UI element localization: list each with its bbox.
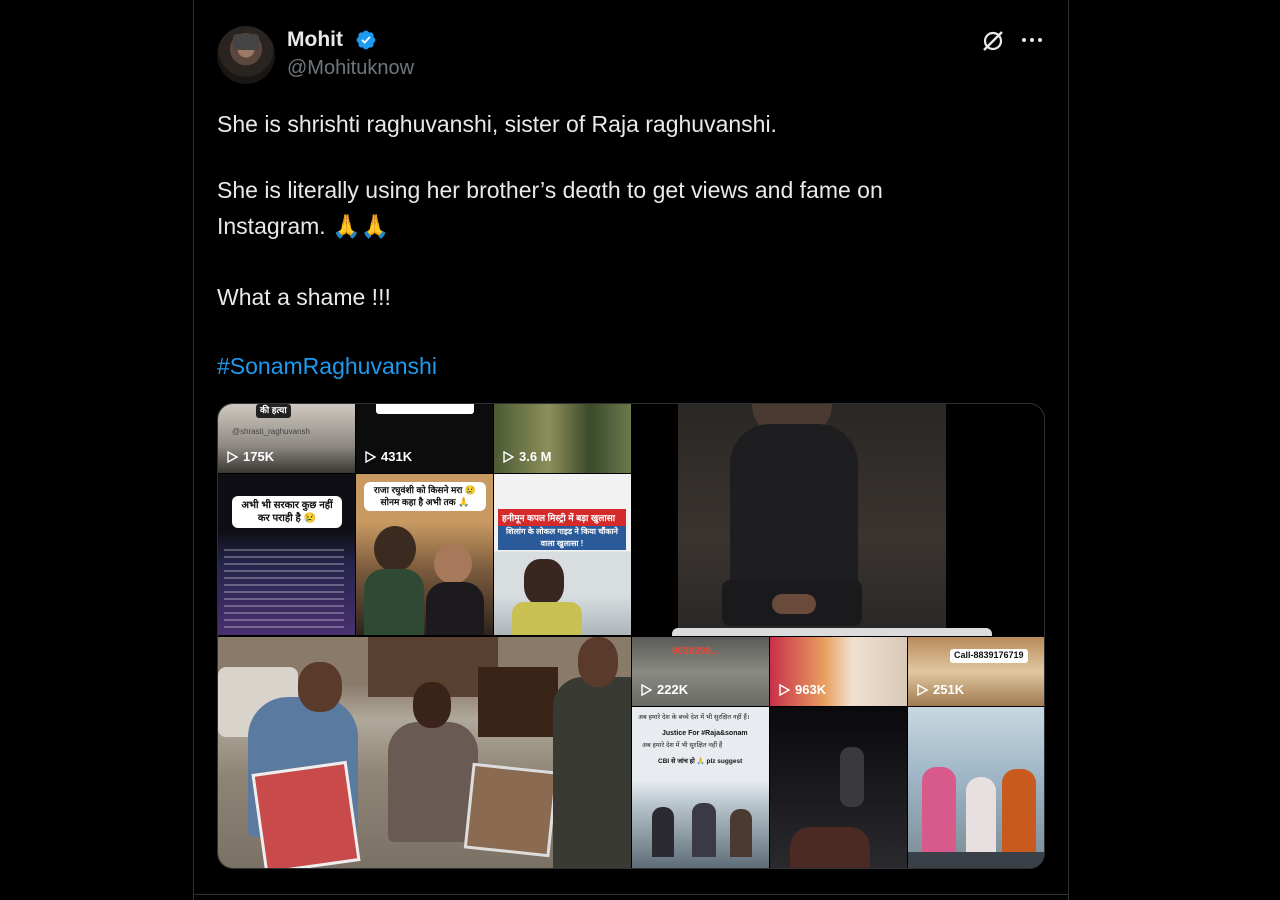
post-text-line: What a shame !!! <box>217 284 391 310</box>
verified-badge-icon <box>356 30 376 50</box>
view-count: 222K <box>641 682 688 697</box>
hashtag-link[interactable]: #SonamRaghuvanshi <box>217 353 437 380</box>
reel-thumbnail[interactable]: Call-8839176719 251K <box>908 637 1044 706</box>
grok-icon[interactable] <box>981 29 1005 53</box>
view-count: 3.6 M <box>503 449 552 464</box>
view-count-value: 431K <box>381 449 413 464</box>
thumbnail-caption: की हत्या <box>256 404 291 418</box>
thumbnail-username: @shrasti_raghuvansh <box>232 427 310 436</box>
reel-thumbnail[interactable] <box>218 637 631 868</box>
thumbnail-caption: 9039299... <box>672 646 720 657</box>
play-icon <box>641 683 652 696</box>
view-count: 251K <box>917 682 964 697</box>
view-count-value: 175K <box>243 449 275 464</box>
reel-thumbnail[interactable]: की हत्या @shrasti_raghuvansh 175K <box>218 404 355 473</box>
thumbnail-caption: अभी भी सरकार कुछ नहीं कर पराही है 😢 <box>232 496 342 528</box>
reel-thumbnail[interactable] <box>908 707 1044 868</box>
thumbnail-caption: अब हमारे देश में भी सुरक्षित नहीं हैं <box>642 742 723 749</box>
thumbnail-caption: राजा रघुवंशी को किसने मरा 😢 सोनम कहा है … <box>364 482 486 512</box>
view-count-value: 251K <box>933 682 965 697</box>
reel-thumbnail[interactable]: 431K <box>356 404 493 473</box>
avatar[interactable] <box>217 26 275 84</box>
view-count: 175K <box>227 449 274 464</box>
reel-thumbnail[interactable]: राजा रघुवंशी को किसने मरा 😢 सोनम कहा है … <box>356 474 493 635</box>
more-icon[interactable] <box>1019 28 1045 52</box>
reel-thumbnail[interactable]: 963K <box>770 637 907 706</box>
play-icon <box>917 683 928 696</box>
thumbnail-caption: Call-8839176719 <box>950 649 1028 663</box>
divider <box>193 894 1069 895</box>
author-handle[interactable]: @Mohituknow <box>287 57 414 80</box>
media-collage[interactable]: की हत्या @shrasti_raghuvansh 175K 431K 3… <box>217 403 1045 869</box>
view-count-value: 222K <box>657 682 689 697</box>
reel-thumbnail[interactable]: 9039299... 222K <box>632 637 769 706</box>
play-icon <box>503 450 514 463</box>
thumbnail-caption: CBI से जांच हो 🙏 plz suggest <box>658 758 743 765</box>
play-icon <box>779 683 790 696</box>
post-text-line: Instagram. 🙏🙏 <box>217 213 390 239</box>
reel-thumbnail[interactable]: हनीमून कपल मिस्ट्री में बड़ा खुलासा शिला… <box>494 474 631 635</box>
reel-thumbnail[interactable]: अब हमारे देश के बच्चे देश में भी सुरक्षि… <box>632 707 769 868</box>
view-count-value: 963K <box>795 682 827 697</box>
view-count-value: 3.6 M <box>519 449 552 464</box>
reel-thumbnail[interactable] <box>770 707 907 868</box>
reel-thumbnail[interactable] <box>632 404 1044 637</box>
view-count: 431K <box>365 449 412 464</box>
author-name[interactable]: Mohit <box>287 28 343 52</box>
reel-thumbnail[interactable]: 3.6 M <box>494 404 631 473</box>
post-text-line: She is shrishti raghuvanshi, sister of R… <box>217 111 777 137</box>
thumbnail-caption: शिलांग के लोकल गाइड ने किया चौंकाने वाला… <box>498 526 626 550</box>
thumbnail-caption: अब हमारे देश के बच्चे देश में भी सुरक्षि… <box>638 714 750 721</box>
play-icon <box>227 450 238 463</box>
reel-thumbnail[interactable]: अभी भी सरकार कुछ नहीं कर पराही है 😢 <box>218 474 355 635</box>
view-count: 963K <box>779 682 826 697</box>
play-icon <box>365 450 376 463</box>
post-text-line: She is literally using her brother’s deα… <box>217 177 883 203</box>
thumbnail-caption: Justice For #Raja&sonam <box>662 730 748 737</box>
thumbnail-caption: हनीमून कपल मिस्ट्री में बड़ा खुलासा <box>498 509 626 526</box>
